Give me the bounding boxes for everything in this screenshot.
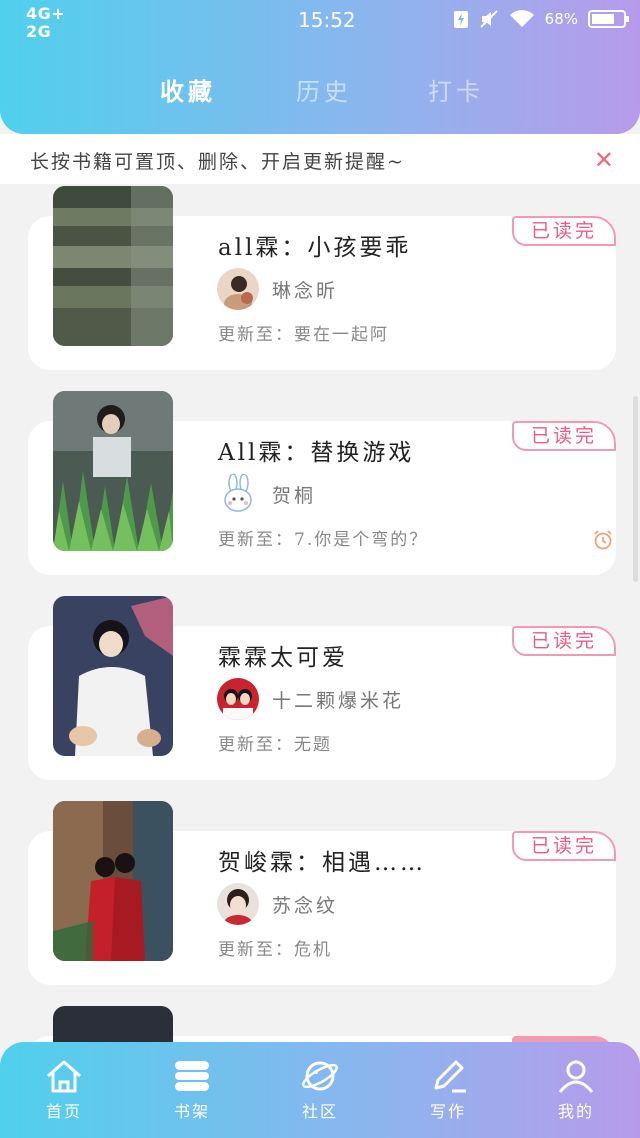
nav-profile-label: 我的 [557,1102,594,1121]
wifi-icon [509,10,534,27]
book-author: 贺桐 [272,485,317,507]
network-indicator-bottom: 2G [26,22,52,41]
book-card[interactable]: 已读完 all霖：小孩要乖 琳念昕 更新至：要在一起阿 [28,186,616,370]
nav-bookshelf-label: 书架 [173,1102,210,1121]
read-finished-badge: 已读完 [512,421,616,451]
avatar [217,883,259,925]
tip-banner: 长按书籍可置顶、删除、开启更新提醒~ ✕ [0,134,640,184]
book-author: 苏念纹 [272,895,339,917]
book-cover [53,391,173,551]
nav-write[interactable]: 写作 [408,1058,488,1122]
book-card[interactable]: 已读完 霖霖太可爱 十二颗爆米花 更新至：无题 [28,596,616,780]
alarm-icon[interactable] [592,529,614,551]
book-list[interactable]: 已读完 all霖：小孩要乖 琳念昕 更新至：要在一起阿 已读完 All霖：替换游… [0,184,640,1042]
nav-community[interactable]: 社区 [280,1058,360,1122]
status-time: 15:52 [298,8,356,32]
bookshelf-icon [175,1061,209,1091]
book-author: 琳念昕 [272,280,339,302]
book-cover [53,186,173,346]
nav-home[interactable]: 首页 [24,1058,104,1122]
planet-icon [302,1061,338,1091]
book-update: 更新至：无题 [218,735,332,755]
tab-history[interactable]: 历史 [296,72,352,107]
book-cover [53,596,173,756]
pen-icon [434,1060,466,1093]
battery-icon [588,10,629,28]
nav-profile[interactable]: 我的 [536,1058,616,1122]
avatar [217,678,259,720]
bottom-nav: 首页 书架 社区 写作 我的 [0,1042,640,1138]
mute-icon [479,10,498,28]
read-finished-badge: 已读完 [512,831,616,861]
network-indicator-top: 4G+ [26,4,66,23]
status-bar: 4G+ 2G 15:52 68% [0,0,640,42]
home-icon [47,1060,81,1093]
book-title: 贺峻霖：相遇…… [218,850,426,876]
book-cover [53,801,173,961]
tab-checkin[interactable]: 打卡 [428,72,484,107]
tab-favorites[interactable]: 收藏 [160,72,216,107]
status-icons: 68% [453,9,630,29]
avatar [217,473,259,515]
scrollbar[interactable] [633,396,638,582]
user-icon [558,1060,594,1093]
read-finished-badge: 已读完 [512,626,616,656]
read-finished-badge: 已读完 [512,216,616,246]
book-title: 霖霖太可爱 [218,645,348,671]
book-update: 更新至：要在一起阿 [218,325,389,345]
book-cover [53,1006,173,1042]
book-update: 更新至：危机 [218,940,332,960]
tip-text: 长按书籍可置顶、删除、开启更新提醒~ [30,151,405,173]
nav-home-label: 首页 [45,1102,82,1121]
tab-bar: 收藏 历史 打卡 [0,72,640,108]
book-card[interactable]: 已读完 All霖：替换游戏 贺桐 更新至：7.你是个弯的？ [28,391,616,575]
book-update: 更新至：7.你是个弯的？ [218,530,429,550]
book-title: all霖：小孩要乖 [218,235,412,261]
nav-community-label: 社区 [301,1102,338,1121]
battery-percent: 68% [544,10,578,28]
nav-bookshelf[interactable]: 书架 [152,1058,232,1122]
avatar [217,268,259,310]
charging-icon [453,11,468,28]
book-card[interactable]: 已读完 贺峻霖：相遇…… 苏念纹 更新至：危机 [28,801,616,985]
top-header: 4G+ 2G 15:52 68% 收藏 历史 打卡 [0,0,640,134]
book-title: All霖：替换游戏 [218,440,415,466]
nav-write-label: 写作 [429,1102,466,1121]
book-author: 十二颗爆米花 [272,690,405,712]
close-icon[interactable]: ✕ [594,146,614,174]
